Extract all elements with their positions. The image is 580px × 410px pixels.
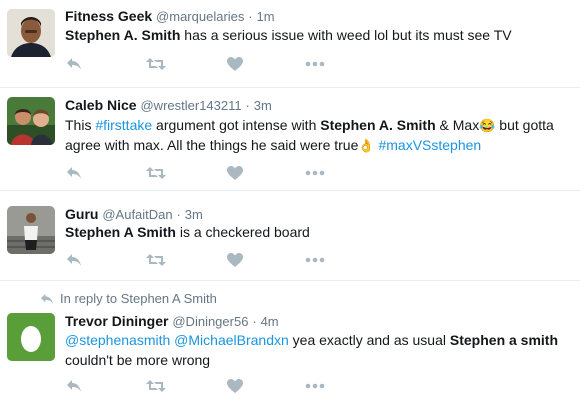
text-segment: yea exactly and as usual (288, 332, 450, 348)
avatar[interactable] (7, 9, 55, 57)
username[interactable]: @marquelaries (156, 9, 244, 24)
reply-button[interactable] (66, 164, 82, 182)
more-button[interactable] (305, 164, 325, 182)
hashtag-link[interactable]: #firsttake (95, 117, 152, 133)
text-segment: & Max (435, 117, 480, 133)
tweet-header: Caleb Nice @wrestler143211 · 3m (65, 96, 272, 115)
tweet-actions (66, 377, 366, 395)
more-button[interactable] (305, 251, 325, 269)
retweet-button[interactable] (146, 377, 166, 395)
tweet-text: Stephen A Smith is a checkered board (65, 222, 570, 242)
separator-dot: · (245, 98, 250, 113)
like-icon (227, 57, 243, 71)
tweet-feed: Fitness Geek @marquelaries · 1m Stephen … (0, 0, 580, 410)
more-icon (305, 170, 325, 176)
separator-dot: · (252, 314, 257, 329)
like-icon (227, 166, 243, 180)
tweet[interactable]: Guru @AufaitDan · 3m Stephen A Smith is … (0, 191, 580, 281)
text-segment: argument got intense with (152, 117, 321, 133)
egg-icon (21, 326, 41, 352)
tweet-header: Fitness Geek @marquelaries · 1m (65, 7, 275, 26)
search-highlight: Stephen a smith (449, 332, 559, 348)
separator-dot: · (176, 207, 181, 222)
mention-link[interactable]: @MichaelBrandxn (174, 332, 289, 348)
like-button[interactable] (227, 377, 243, 395)
reply-button[interactable] (66, 251, 82, 269)
reply-icon (66, 379, 82, 393)
retweet-button[interactable] (146, 164, 166, 182)
reply-button[interactable] (66, 55, 82, 73)
search-highlight: Stephen A Smith (65, 224, 176, 240)
like-icon (227, 253, 243, 267)
username[interactable]: @Dininger56 (172, 314, 248, 329)
more-icon (305, 257, 325, 263)
reply-icon (66, 57, 82, 71)
username[interactable]: @AufaitDan (102, 207, 172, 222)
more-button[interactable] (305, 55, 325, 73)
text-segment: is a checkered board (175, 224, 310, 240)
search-highlight: Stephen A. Smith (320, 117, 436, 133)
timestamp[interactable]: 3m (254, 98, 272, 113)
timestamp[interactable]: 4m (261, 314, 279, 329)
avatar[interactable] (7, 313, 55, 361)
text-segment: couldn't be more wrong (65, 352, 211, 368)
tweet-actions (66, 55, 366, 73)
like-button[interactable] (227, 164, 243, 182)
display-name[interactable]: Guru (65, 206, 98, 222)
tweet[interactable]: In reply to Stephen A Smith Trevor Dinin… (0, 281, 580, 410)
ok-hand-emoji: 👌 (358, 138, 375, 153)
retweet-button[interactable] (146, 251, 166, 269)
text-segment: has a serious issue with weed lol but it… (180, 27, 512, 43)
reply-icon (66, 253, 82, 267)
reply-button[interactable] (66, 377, 82, 395)
separator-dot: · (248, 9, 253, 24)
display-name[interactable]: Caleb Nice (65, 97, 137, 113)
timestamp[interactable]: 3m (185, 207, 203, 222)
retweet-button[interactable] (146, 55, 166, 73)
tweet-actions (66, 251, 366, 269)
text-segment: This (65, 117, 96, 133)
more-icon (305, 383, 325, 389)
tweet-text: @stephenasmith @MichaelBrandxn yea exact… (65, 330, 570, 370)
mention-link[interactable]: @stephenasmith (65, 332, 170, 348)
reply-icon (66, 166, 82, 180)
like-icon (227, 379, 243, 393)
hashtag-link[interactable]: #maxVSstephen (378, 137, 481, 153)
tweet-text: This #firsttake argument got intense wit… (65, 115, 565, 155)
search-highlight: Stephen A. Smith (65, 27, 181, 43)
display-name[interactable]: Trevor Dininger (65, 313, 168, 329)
display-name[interactable]: Fitness Geek (65, 8, 152, 24)
tweet-header: Trevor Dininger @Dininger56 · 4m (65, 312, 279, 331)
more-icon (305, 61, 325, 67)
reply-context[interactable]: In reply to Stephen A Smith (40, 291, 217, 308)
retweet-icon (146, 253, 166, 267)
avatar[interactable] (7, 206, 55, 254)
like-button[interactable] (227, 251, 243, 269)
avatar[interactable] (7, 97, 55, 145)
tweet[interactable]: Fitness Geek @marquelaries · 1m Stephen … (0, 0, 580, 88)
tweet[interactable]: Caleb Nice @wrestler143211 · 3m This #fi… (0, 88, 580, 191)
more-button[interactable] (305, 377, 325, 395)
tweet-text: Stephen A. Smith has a serious issue wit… (65, 25, 570, 45)
reply-context-icon (40, 293, 54, 308)
username[interactable]: @wrestler143211 (140, 98, 241, 113)
retweet-icon (146, 379, 166, 393)
timestamp[interactable]: 1m (257, 9, 275, 24)
retweet-icon (146, 57, 166, 71)
tweet-actions (66, 164, 366, 182)
tears-of-joy-emoji: 😂 (479, 118, 496, 133)
reply-context-text: In reply to Stephen A Smith (60, 291, 217, 306)
retweet-icon (146, 166, 166, 180)
like-button[interactable] (227, 55, 243, 73)
